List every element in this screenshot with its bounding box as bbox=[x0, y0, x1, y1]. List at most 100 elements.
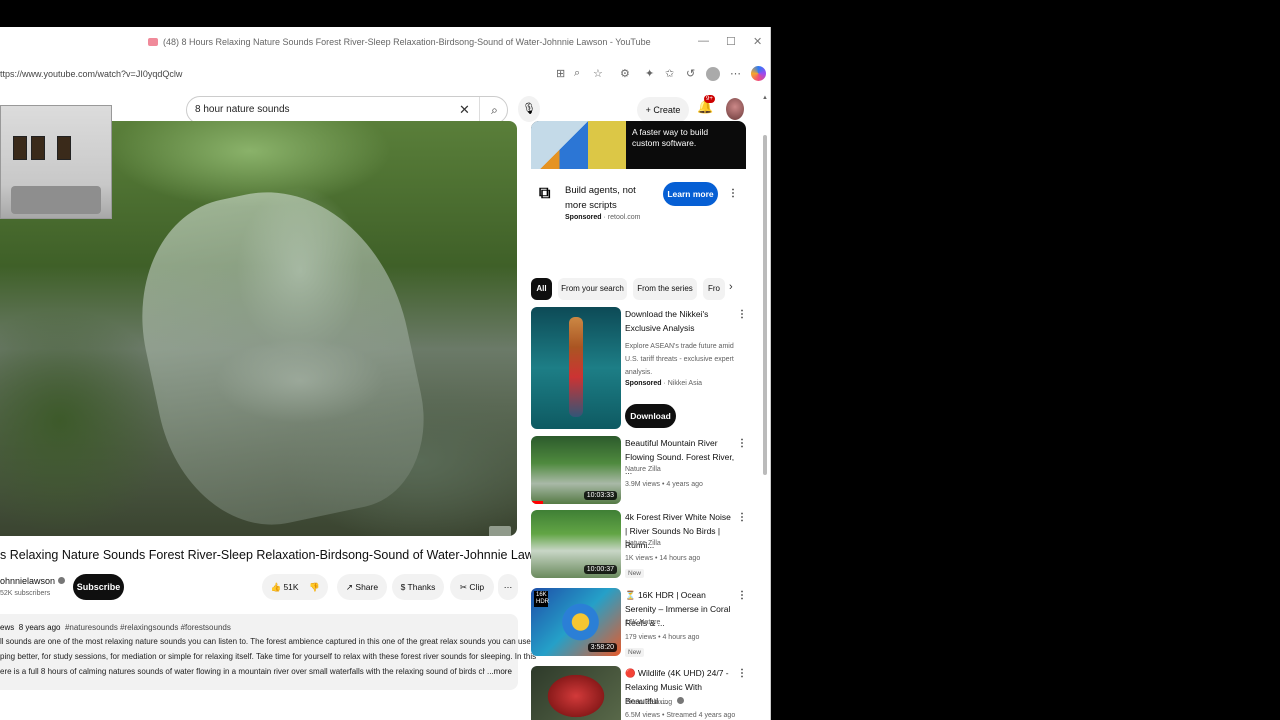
ad-banner[interactable]: A faster way to build custom software. bbox=[531, 121, 746, 169]
recommendation-thumbnail[interactable]: 16K HDR 3:58:20 bbox=[531, 588, 621, 656]
like-button[interactable]: 👍 51K 👎 bbox=[262, 574, 328, 600]
recommendation-meta: 1K views • 14 hours ago bbox=[625, 555, 701, 562]
video-title: s Relaxing Nature Sounds Forest River-Sl… bbox=[0, 548, 554, 562]
minimize-button[interactable]: — bbox=[698, 35, 709, 47]
ad-domain: retool.com bbox=[607, 214, 641, 221]
search-icon[interactable]: ⌕ bbox=[479, 97, 509, 123]
duration-badge: 10:00:37 bbox=[583, 565, 617, 574]
couch bbox=[11, 186, 101, 214]
favorite-star-icon[interactable]: ☆ bbox=[593, 67, 603, 80]
recommendation-meta: 6.5M views • Streamed 4 years ago bbox=[625, 712, 736, 719]
sponsored-recommendation[interactable]: Download the Nikkei's Exclusive Analysis… bbox=[531, 307, 751, 431]
grid-icon[interactable]: ⊞ bbox=[556, 67, 565, 80]
ship-image bbox=[569, 317, 583, 417]
chevron-right-icon[interactable]: › bbox=[729, 281, 733, 293]
chip-from-channel[interactable]: Fro bbox=[703, 278, 725, 300]
share-label: Share bbox=[355, 582, 379, 592]
recommendation-menu-icon[interactable]: ⋮ bbox=[737, 438, 747, 449]
microphone-icon[interactable]: 🎙 bbox=[518, 96, 540, 122]
player-overlay-icon[interactable] bbox=[489, 526, 511, 536]
recommendation-channel[interactable]: 16K Nature bbox=[625, 619, 660, 626]
webcam-overlay bbox=[0, 105, 112, 219]
description-box[interactable]: ews 8 years ago #naturesounds #relaxings… bbox=[0, 614, 536, 690]
chip-from-your-search[interactable]: From your search bbox=[558, 278, 627, 300]
ad-menu-icon[interactable]: ⋮ bbox=[728, 188, 738, 199]
description-line: ere is a full 8 hours of calming natures… bbox=[0, 667, 485, 676]
filter-chips: All From your search From the series Fro… bbox=[531, 278, 746, 300]
url-field[interactable]: ttps://www.youtube.com/watch?v=JI0yqdQcl… bbox=[0, 69, 182, 79]
favorites-icon[interactable]: ✩ bbox=[665, 67, 674, 80]
tab-title[interactable]: (48) 8 Hours Relaxing Nature Sounds Fore… bbox=[148, 37, 651, 47]
recommendation-menu-icon[interactable]: ⋮ bbox=[737, 512, 747, 523]
zoom-icon[interactable]: ⌕ bbox=[574, 67, 580, 80]
share-icon: ↗ bbox=[345, 582, 354, 592]
recommendation-description: Explore ASEAN's trade future amid U.S. t… bbox=[625, 343, 734, 376]
duration-badge: 10:03:33 bbox=[583, 491, 617, 500]
ad-card[interactable]: A faster way to build custom software. ⧉… bbox=[531, 121, 746, 251]
watch-progress bbox=[531, 501, 543, 504]
recommendation-menu-icon[interactable]: ⋮ bbox=[737, 668, 747, 679]
recommendation-item[interactable]: 16K HDR 3:58:20 ⏳ 16K HDR | Ocean Sereni… bbox=[531, 588, 751, 658]
search-input[interactable]: 8 hour nature sounds bbox=[195, 104, 290, 115]
recommendation-channel[interactable]: Nature Zilla bbox=[625, 466, 661, 473]
chip-from-the-series[interactable]: From the series bbox=[633, 278, 697, 300]
address-bar: ttps://www.youtube.com/watch?v=JI0yqdQcl… bbox=[0, 59, 770, 91]
sponsored-label: Sponsored bbox=[625, 380, 662, 387]
sponsored-line: Sponsored · Nikkei Asia bbox=[625, 380, 703, 387]
channel-name-text: ohnnielawson bbox=[0, 576, 56, 586]
channel-name[interactable]: ohnnielawson bbox=[0, 576, 66, 586]
recommendation-channel[interactable]: Piano Relaxing bbox=[625, 697, 685, 706]
clip-button[interactable]: ✂ Clip bbox=[450, 574, 494, 600]
extension-puzzle-icon[interactable]: ✦ bbox=[645, 67, 654, 80]
video-frame-river bbox=[118, 167, 442, 536]
recommendation-meta: 3.9M views • 4 years ago bbox=[625, 481, 703, 488]
description-line: ll sounds are one of the most relaxing n… bbox=[0, 637, 531, 646]
recommendation-item[interactable]: 🔴 Wildlife (4K UHD) 24/7 - Relaxing Musi… bbox=[531, 666, 751, 720]
retool-logo-icon: ⧉ bbox=[539, 185, 551, 202]
search-box[interactable]: 8 hour nature sounds ✕ ⌕ bbox=[186, 96, 508, 124]
create-button[interactable]: + Create bbox=[637, 97, 689, 123]
download-button[interactable]: Download bbox=[625, 404, 676, 428]
verified-icon bbox=[677, 697, 685, 704]
more-actions-button[interactable]: ⋯ bbox=[498, 574, 518, 600]
show-more-link[interactable]: ...more bbox=[487, 667, 512, 676]
recommendation-item[interactable]: 10:00:37 4k Forest River White Noise | R… bbox=[531, 510, 751, 580]
copilot-icon[interactable] bbox=[751, 66, 766, 81]
scroll-up-arrow-icon[interactable]: ▲ bbox=[762, 95, 768, 101]
clip-label: Clip bbox=[469, 582, 485, 592]
notification-badge: 9+ bbox=[704, 95, 715, 103]
learn-more-button[interactable]: Learn more bbox=[663, 182, 718, 206]
16k-hdr-label: 16K HDR bbox=[534, 591, 549, 607]
thumbs-down-icon[interactable]: 👎 bbox=[309, 582, 320, 592]
new-badge: New bbox=[625, 648, 645, 657]
extension-icon[interactable]: ⚙ bbox=[620, 67, 630, 80]
browser-profile-avatar[interactable] bbox=[706, 67, 720, 81]
recommendation-meta: 179 views • 4 hours ago bbox=[625, 634, 700, 641]
subscriber-count: 52K subscribers bbox=[0, 590, 51, 597]
recommendation-channel[interactable]: Nature Zilla bbox=[625, 540, 661, 547]
recommendation-item[interactable]: 10:03:33 Beautiful Mountain River Flowin… bbox=[531, 436, 751, 506]
recommendation-thumbnail[interactable]: 10:03:33 bbox=[531, 436, 621, 504]
clear-search-icon[interactable]: ✕ bbox=[459, 102, 470, 118]
close-window-button[interactable]: ✕ bbox=[753, 35, 762, 48]
recommendation-thumbnail[interactable]: 10:00:37 bbox=[531, 510, 621, 578]
recommendation-menu-icon[interactable]: ⋮ bbox=[737, 309, 747, 320]
maximize-button[interactable]: ☐ bbox=[726, 35, 736, 48]
subscribe-button[interactable]: Subscribe bbox=[73, 574, 124, 600]
recommendation-menu-icon[interactable]: ⋮ bbox=[737, 590, 747, 601]
hashtags[interactable]: #naturesounds #relaxingsounds #forestsou… bbox=[65, 623, 231, 632]
advertiser-name: Nikkei Asia bbox=[667, 380, 703, 387]
sponsored-label: Sponsored bbox=[565, 214, 602, 221]
more-menu-icon[interactable]: ⋯ bbox=[730, 67, 741, 80]
chip-all[interactable]: All bbox=[531, 278, 552, 300]
recommendation-title[interactable]: Download the Nikkei's Exclusive Analysis bbox=[625, 307, 735, 335]
share-button[interactable]: ↗ Share bbox=[337, 574, 387, 600]
recommendation-thumbnail[interactable] bbox=[531, 666, 621, 720]
scrollbar-thumb[interactable] bbox=[763, 135, 767, 475]
like-count: 51K bbox=[283, 582, 299, 592]
account-avatar[interactable] bbox=[726, 98, 744, 120]
ad-headline[interactable]: Build agents, not more scripts bbox=[565, 183, 660, 213]
thanks-button[interactable]: $ Thanks bbox=[392, 574, 444, 600]
recommendation-thumbnail[interactable] bbox=[531, 307, 621, 429]
history-icon[interactable]: ↺ bbox=[686, 67, 695, 80]
